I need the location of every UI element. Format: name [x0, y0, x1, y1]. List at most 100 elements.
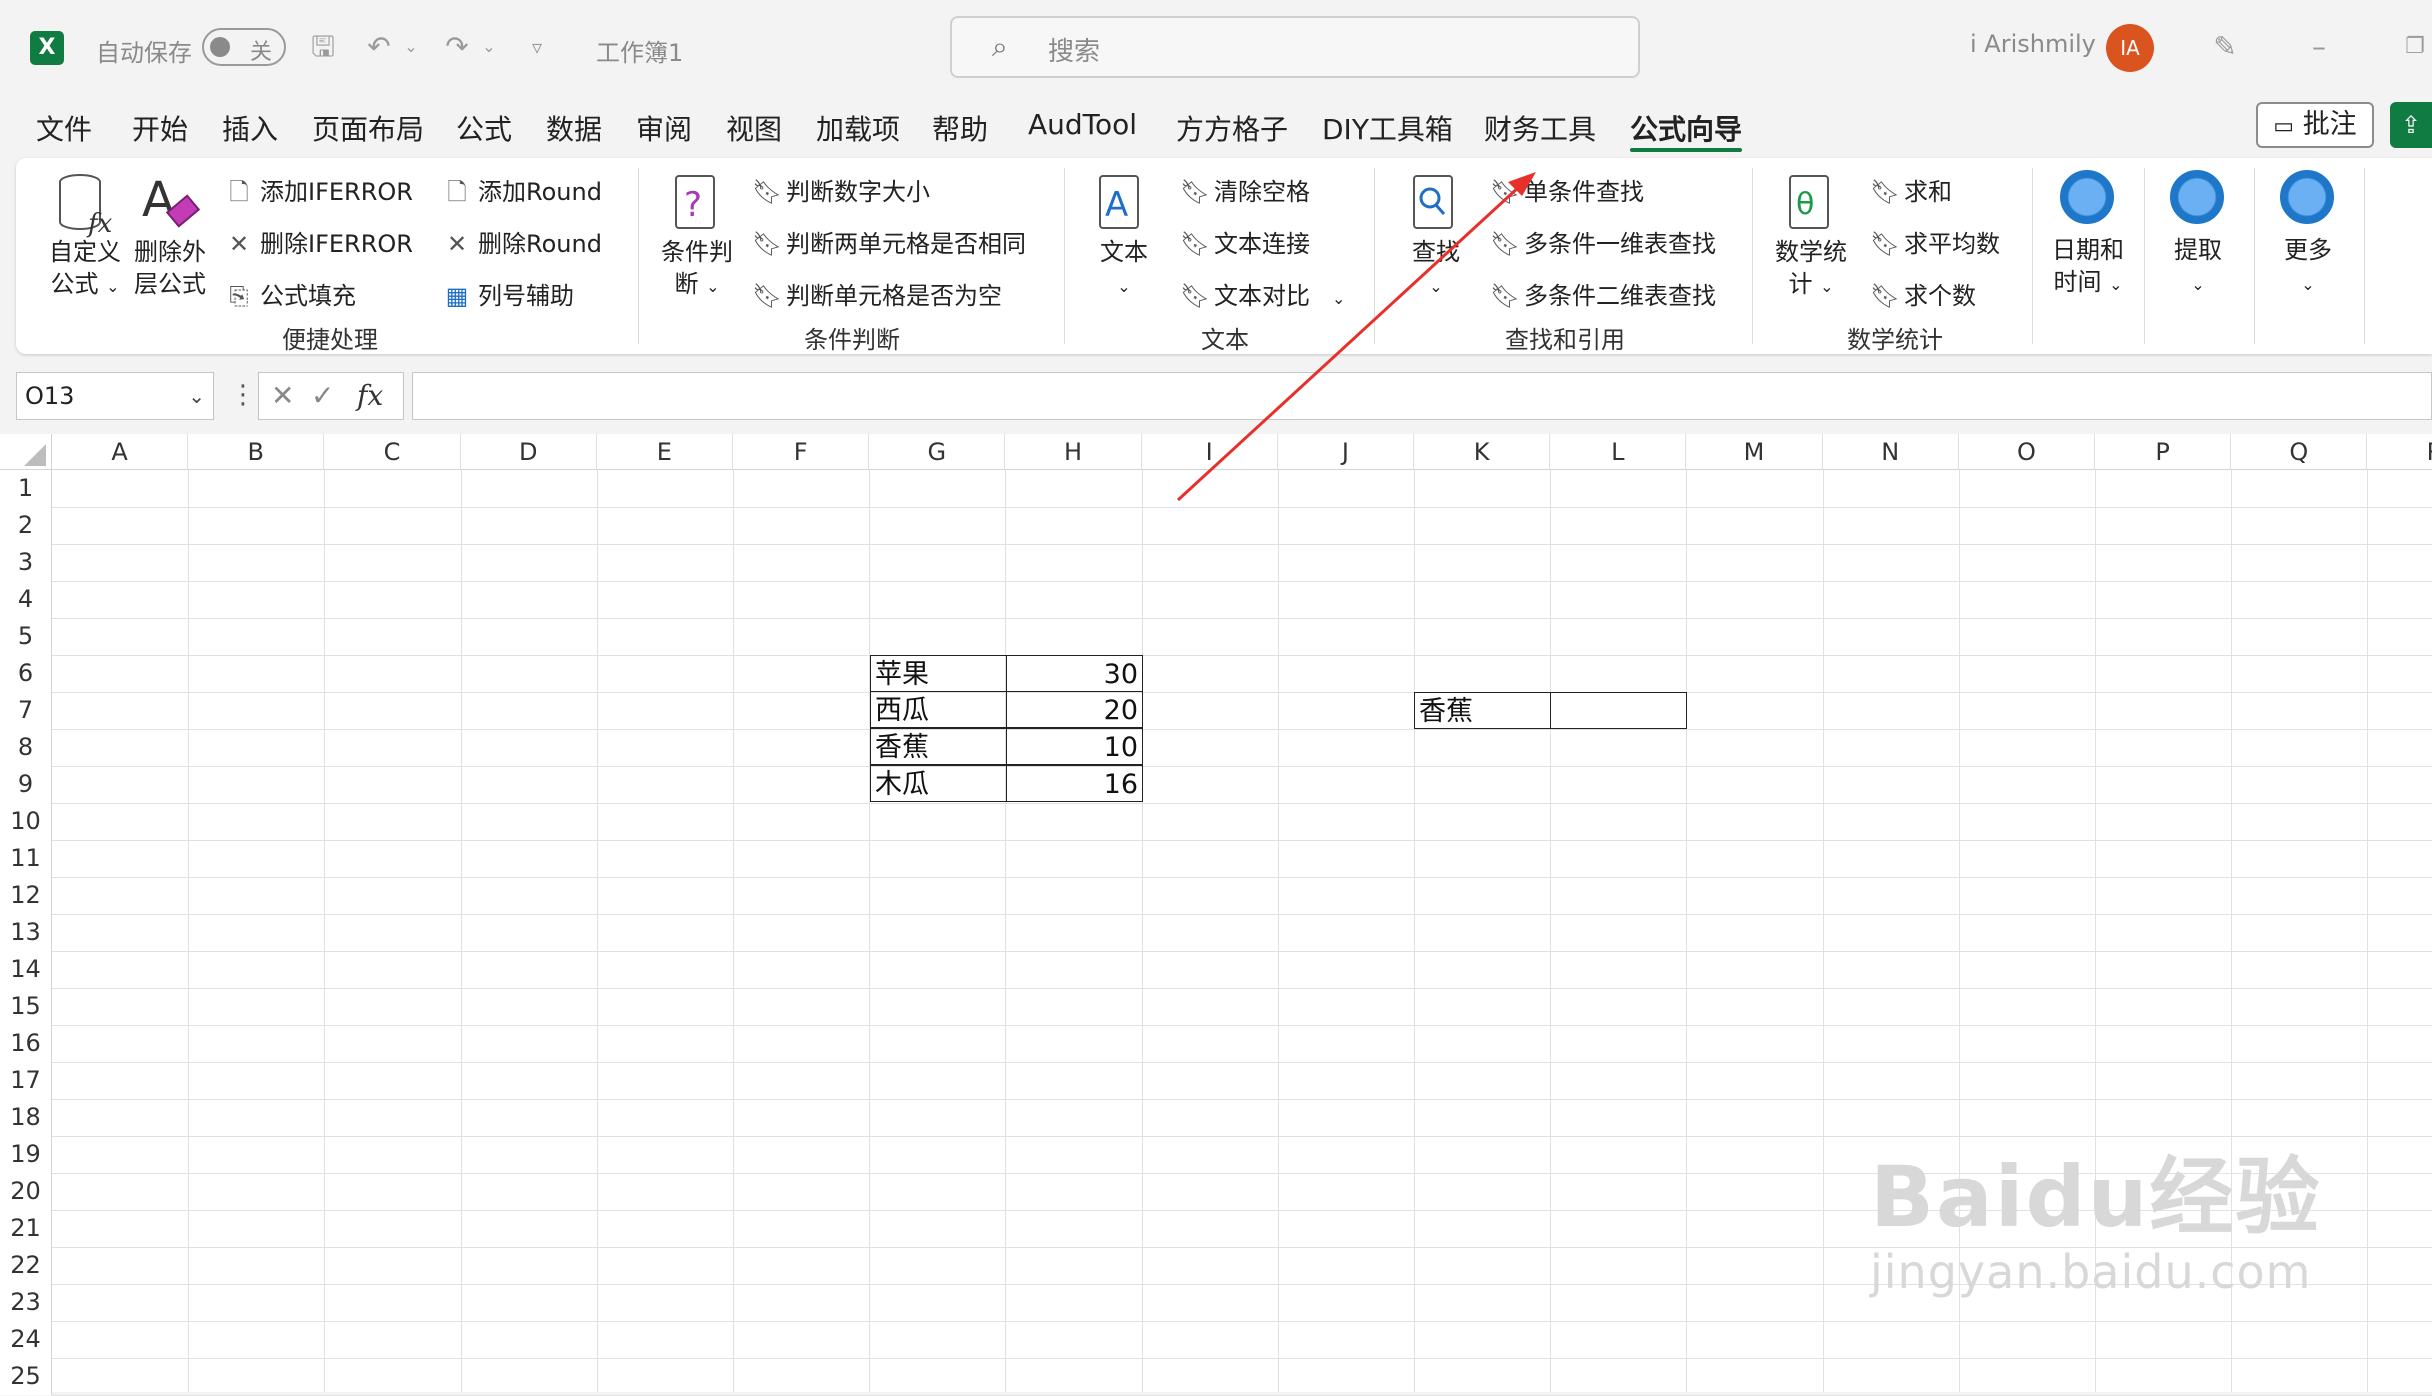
condition-check-button[interactable]: 条件判 断 ⌄	[652, 236, 742, 303]
table-cell-value[interactable]: 10	[1006, 728, 1143, 765]
column-header[interactable]: E	[596, 434, 733, 470]
add-iferror-button[interactable]: 🗋 添加IFERROR	[226, 172, 413, 216]
tab-help[interactable]: 帮助	[932, 108, 988, 148]
undo-dropdown-icon[interactable]: ⌄	[394, 30, 428, 64]
count-button[interactable]: 🔖︎ 求个数	[1870, 276, 1976, 311]
enter-icon[interactable]: ✓	[311, 379, 334, 412]
table-cell-value[interactable]: 16	[1006, 765, 1143, 802]
tab-page-layout[interactable]: 页面布局	[312, 108, 424, 148]
more-options-icon[interactable]: ⋮	[230, 380, 256, 410]
formula-input[interactable]	[412, 372, 2432, 420]
table-cell-name[interactable]: 苹果	[870, 655, 1007, 692]
save-icon[interactable]: 🖫	[306, 30, 340, 64]
avatar[interactable]: IA	[2106, 24, 2154, 72]
column-header[interactable]: J	[1277, 434, 1414, 470]
tab-addins[interactable]: 加载项	[816, 108, 900, 148]
row-header[interactable]: 6	[0, 655, 52, 692]
insert-function-button[interactable]: fx	[357, 379, 383, 412]
row-header[interactable]: 11	[0, 840, 52, 877]
tab-data[interactable]: 数据	[546, 108, 602, 148]
single-lookup-button[interactable]: 🔖︎ 单条件查找	[1490, 172, 1644, 207]
column-header[interactable]: R	[2367, 434, 2432, 470]
redo-dropdown-icon[interactable]: ⌄	[472, 30, 506, 64]
column-header[interactable]: A	[52, 434, 189, 470]
tab-insert[interactable]: 插入	[222, 108, 278, 148]
column-header[interactable]: N	[1822, 434, 1959, 470]
pen-icon[interactable]: ✎	[2208, 30, 2242, 64]
undo-icon[interactable]: ↶	[362, 30, 396, 64]
formula-fill-button[interactable]: ⎘ 公式填充	[226, 276, 356, 311]
custom-formula-button[interactable]: 自定义 公式 ⌄	[40, 236, 130, 303]
remove-iferror-button[interactable]: ✕ 删除IFERROR	[226, 224, 413, 259]
column-header[interactable]: O	[1958, 434, 2095, 470]
column-header[interactable]: F	[733, 434, 870, 470]
tab-home[interactable]: 开始	[132, 108, 188, 148]
row-header[interactable]: 1	[0, 470, 52, 507]
row-header[interactable]: 19	[0, 1136, 52, 1173]
row-header[interactable]: 8	[0, 729, 52, 766]
tab-fangfang[interactable]: 方方格子	[1176, 108, 1288, 148]
lookup-key-cell[interactable]: 香蕉	[1414, 692, 1551, 729]
column-header[interactable]: B	[188, 434, 325, 470]
search-box[interactable]: ⌕ 搜索	[950, 16, 1640, 78]
table-cell-name[interactable]: 香蕉	[870, 728, 1007, 765]
date-time-button[interactable]: 日期和 时间 ⌄	[2040, 234, 2136, 301]
row-header[interactable]: 16	[0, 1025, 52, 1062]
select-all-corner[interactable]	[0, 434, 52, 470]
column-header[interactable]: K	[1414, 434, 1551, 470]
row-header[interactable]: 5	[0, 618, 52, 655]
row-header[interactable]: 18	[0, 1099, 52, 1136]
minimize-icon[interactable]: –	[2302, 30, 2336, 64]
tab-file[interactable]: 文件	[36, 108, 92, 148]
autosave-toggle[interactable]: 关	[202, 28, 286, 66]
column-header[interactable]: H	[1005, 434, 1142, 470]
row-header[interactable]: 20	[0, 1173, 52, 1210]
trim-spaces-button[interactable]: 🔖︎ 清除空格	[1180, 172, 1310, 207]
customize-toolbar-icon[interactable]: ▿	[520, 30, 554, 64]
compare-number-button[interactable]: 🔖︎ 判断数字大小	[752, 172, 930, 207]
column-header[interactable]: G	[869, 434, 1006, 470]
row-header[interactable]: 9	[0, 766, 52, 803]
text-concat-button[interactable]: 🔖︎ 文本连接	[1180, 224, 1310, 259]
more-button[interactable]: 更多 ⌄	[2266, 234, 2350, 301]
add-round-button[interactable]: 🗋 添加Round	[444, 172, 602, 216]
column-header[interactable]: D	[460, 434, 597, 470]
column-header[interactable]: Q	[2231, 434, 2368, 470]
row-header[interactable]: 23	[0, 1284, 52, 1321]
row-header[interactable]: 2	[0, 507, 52, 544]
column-header[interactable]: P	[2095, 434, 2232, 470]
empty-check-button[interactable]: 🔖︎ 判断单元格是否为空	[752, 276, 1002, 311]
row-header[interactable]: 7	[0, 692, 52, 729]
tab-finance[interactable]: 财务工具	[1484, 108, 1596, 148]
tab-review[interactable]: 审阅	[636, 108, 692, 148]
tab-view[interactable]: 视图	[726, 108, 782, 148]
tab-diy[interactable]: DIY工具箱	[1322, 108, 1453, 148]
table-cell-name[interactable]: 西瓜	[870, 691, 1007, 728]
row-header[interactable]: 12	[0, 877, 52, 914]
multi-2d-lookup-button[interactable]: 🔖︎ 多条件二维表查找	[1490, 276, 1716, 311]
compare-cells-button[interactable]: 🔖︎ 判断两单元格是否相同	[752, 224, 1026, 259]
row-header[interactable]: 21	[0, 1210, 52, 1247]
row-header[interactable]: 3	[0, 544, 52, 581]
row-header[interactable]: 25	[0, 1358, 52, 1395]
math-stats-button[interactable]: 数学统 计 ⌄	[1766, 236, 1856, 303]
cancel-icon[interactable]: ✕	[271, 379, 294, 412]
column-header[interactable]: M	[1686, 434, 1823, 470]
comment-button[interactable]: ▭ 批注	[2256, 102, 2374, 148]
multi-1d-lookup-button[interactable]: 🔖︎ 多条件一维表查找	[1490, 224, 1716, 259]
table-cell-value[interactable]: 20	[1006, 691, 1143, 728]
row-header[interactable]: 24	[0, 1321, 52, 1358]
lookup-result-cell[interactable]	[1550, 692, 1687, 729]
table-cell-name[interactable]: 木瓜	[870, 765, 1007, 802]
tab-audtool[interactable]: AudTool	[1028, 108, 1137, 141]
table-cell-value[interactable]: 30	[1006, 655, 1143, 692]
column-header[interactable]: C	[324, 434, 461, 470]
restore-icon[interactable]: ❐	[2398, 30, 2432, 64]
extract-button[interactable]: 提取 ⌄	[2156, 234, 2240, 301]
tab-formula-wizard[interactable]: 公式向导	[1630, 108, 1742, 148]
tab-formulas[interactable]: 公式	[456, 108, 512, 148]
row-header[interactable]: 15	[0, 988, 52, 1025]
column-header[interactable]: L	[1550, 434, 1687, 470]
row-header[interactable]: 14	[0, 951, 52, 988]
sum-button[interactable]: 🔖︎ 求和	[1870, 172, 1952, 207]
